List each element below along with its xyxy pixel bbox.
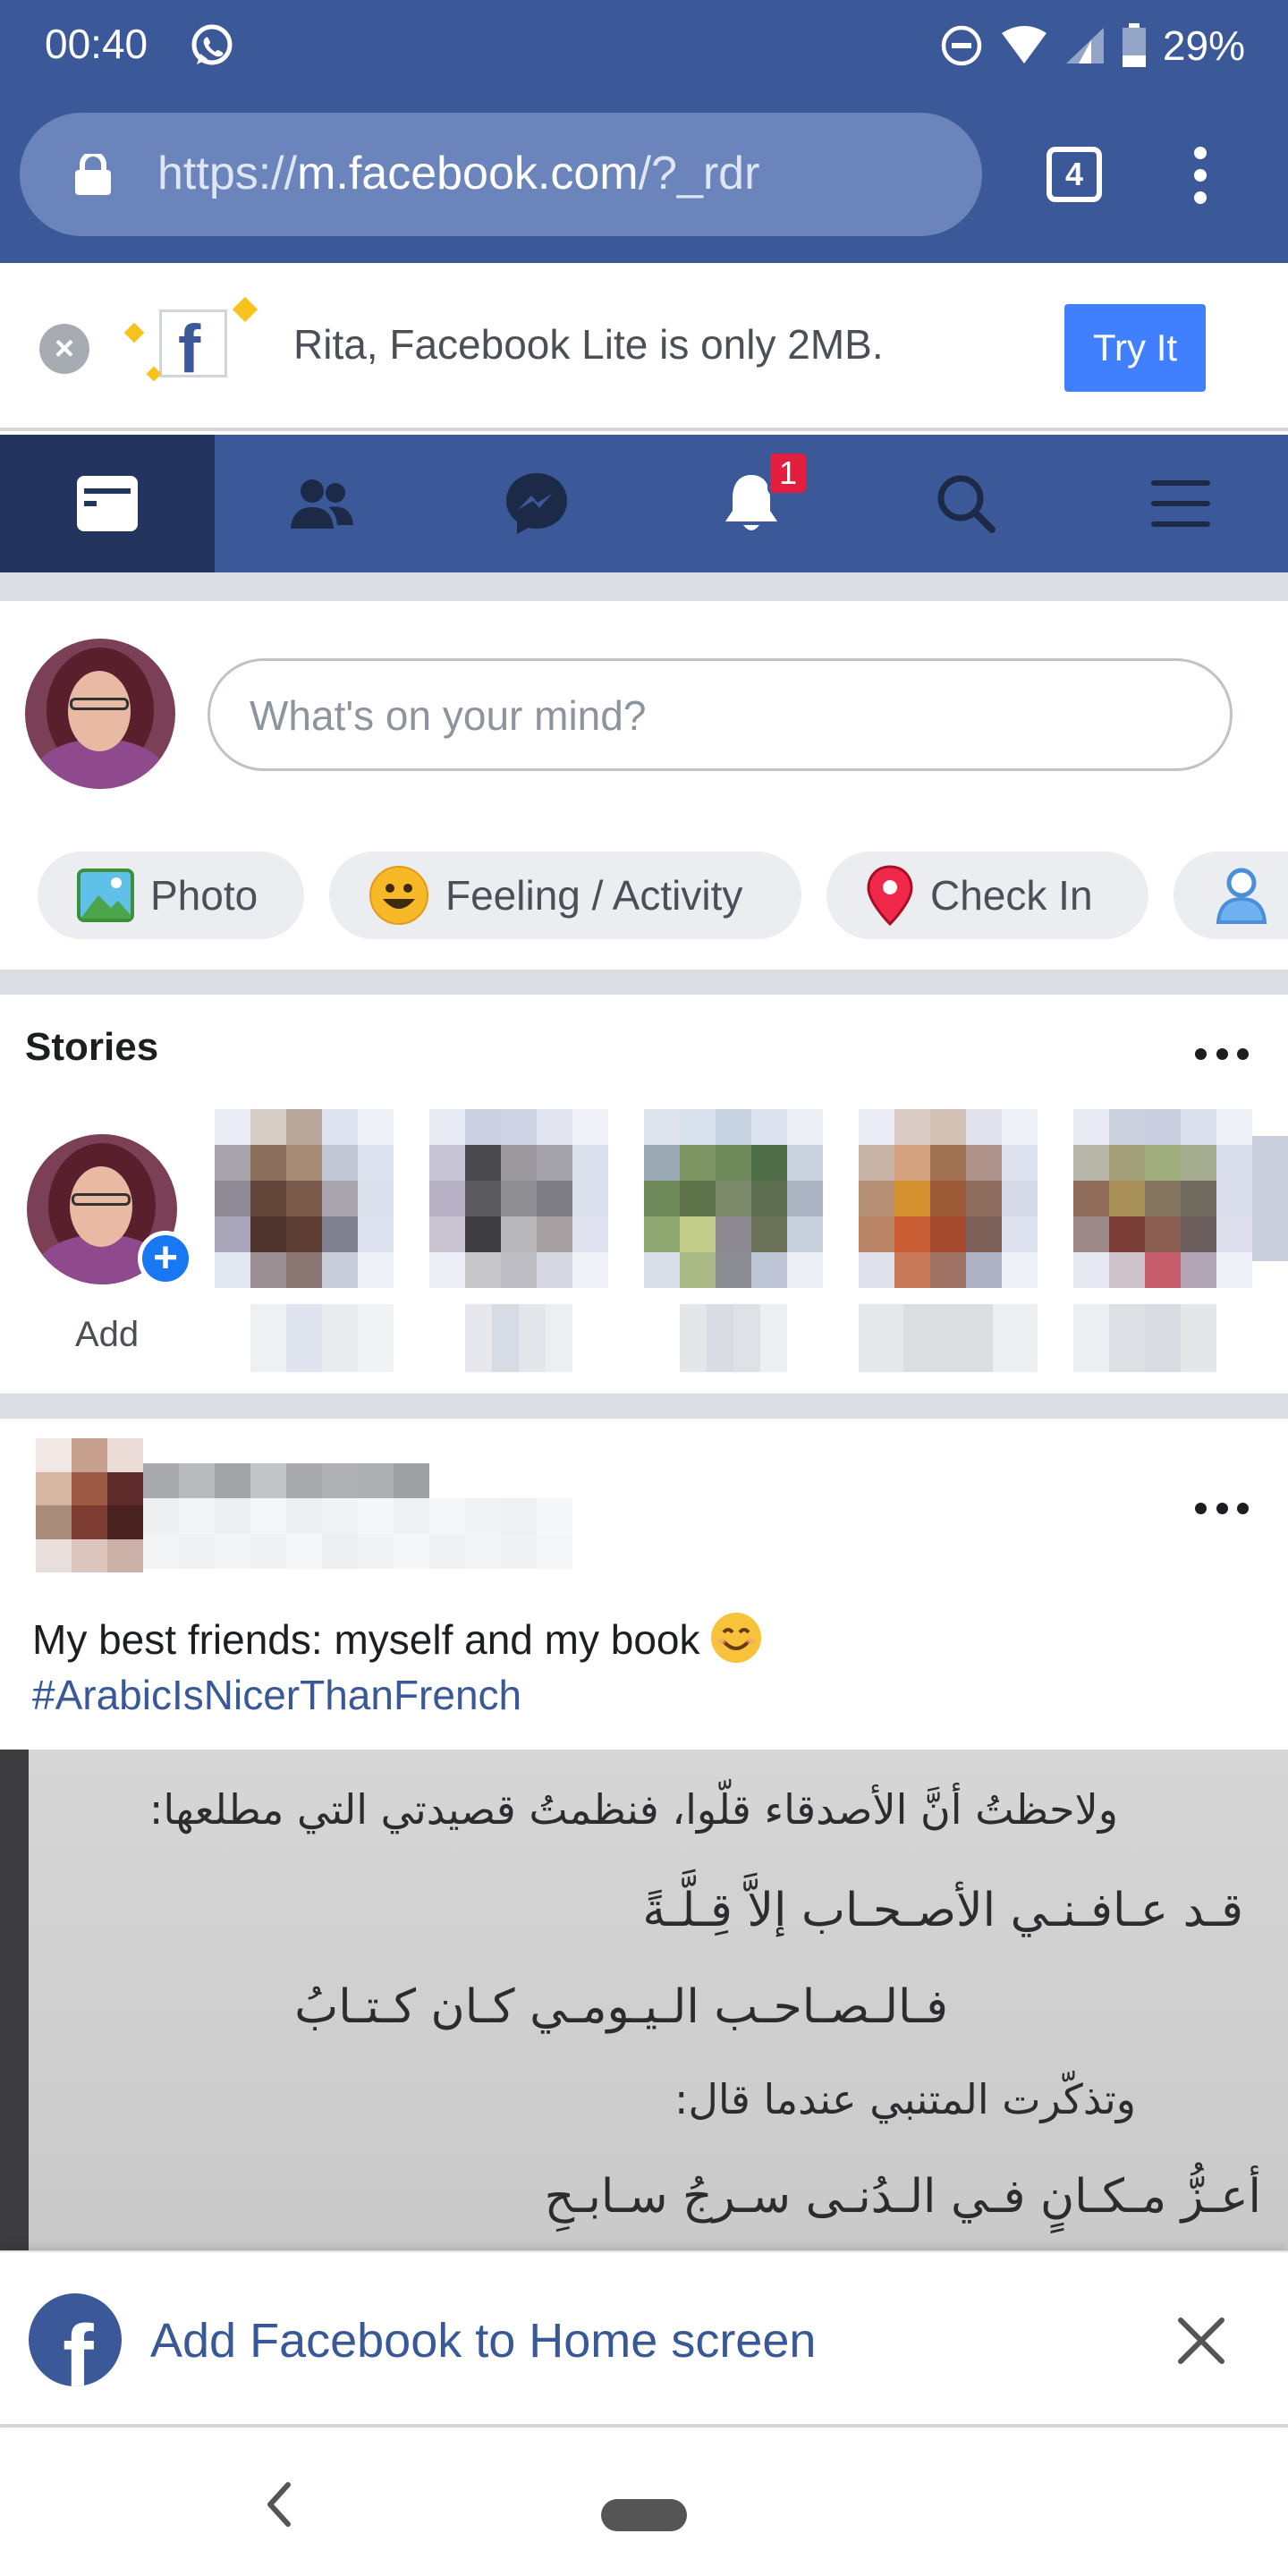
menu-icon xyxy=(1151,480,1210,527)
facebook-lite-logo-icon: f xyxy=(159,309,227,387)
nav-tab-search[interactable] xyxy=(859,435,1073,572)
story-name-blurred xyxy=(465,1304,572,1372)
do-not-disturb-icon xyxy=(941,25,982,66)
photo-button[interactable]: Photo xyxy=(38,852,304,939)
story-thumbnail[interactable] xyxy=(644,1109,823,1288)
story-name-blurred xyxy=(680,1304,787,1372)
stories-section: Stories + Add xyxy=(0,995,1288,1394)
facebook-logo-icon: f xyxy=(29,2293,122,2386)
story-thumbnail[interactable] xyxy=(859,1109,1038,1288)
story-thumbnail-partial[interactable] xyxy=(1252,1136,1288,1261)
location-pin-icon xyxy=(867,865,913,926)
post-body: My best friends: myself and my book #Ara… xyxy=(32,1612,762,1723)
section-divider xyxy=(0,970,1288,995)
section-divider xyxy=(0,572,1288,601)
smiling-face-emoji-icon xyxy=(711,1613,762,1663)
sparkle-icon xyxy=(232,296,258,323)
sparkle-icon xyxy=(123,322,145,343)
nav-tab-friends[interactable] xyxy=(215,435,429,572)
notification-count-badge: 1 xyxy=(767,451,809,496)
news-feed-icon xyxy=(77,476,138,531)
close-icon[interactable] xyxy=(1172,2311,1231,2370)
nav-tab-messenger[interactable] xyxy=(429,435,644,572)
cell-signal-icon xyxy=(1065,28,1104,64)
main-nav: 1 xyxy=(0,435,1288,572)
status-input[interactable]: What's on your mind? xyxy=(208,658,1233,771)
feeling-activity-button[interactable]: Feeling / Activity xyxy=(329,852,801,939)
poem-line: فـالـصـاحـب الـيـومـي كـان كـتـابُ xyxy=(294,1980,948,2034)
browser-chrome: 00:40 29% https://m.facebook.com/?_rdr 4 xyxy=(0,0,1288,263)
story-thumbnail[interactable] xyxy=(1073,1109,1252,1288)
close-icon[interactable]: × xyxy=(39,324,89,374)
nav-tab-news-feed[interactable] xyxy=(0,435,215,572)
home-gesture-pill[interactable] xyxy=(601,2499,687,2531)
post-more-icon[interactable] xyxy=(1195,1503,1249,1517)
poem-line: ولاحظتُ أنَّ الأصدقاء قلّوا، فنظمتُ قصيد… xyxy=(148,1785,1118,1834)
photo-label: Photo xyxy=(150,872,258,919)
story-name-blurred xyxy=(1073,1304,1216,1372)
stories-more-icon[interactable] xyxy=(1195,1048,1249,1063)
poem-line: قـد عـافـنـي الأصـحـاب إلاَّ قِـلَّـةً xyxy=(642,1884,1243,1937)
search-icon xyxy=(937,475,996,533)
photo-icon xyxy=(77,869,134,922)
add-to-home-screen-banner[interactable]: f Add Facebook to Home screen xyxy=(0,2250,1288,2428)
avatar[interactable] xyxy=(25,639,175,789)
lite-promo-text: Rita, Facebook Lite is only 2MB. xyxy=(293,321,884,368)
poem-line: وتذكّرت المتنبي عندما قال: xyxy=(674,2075,1136,2123)
smiley-icon xyxy=(369,866,428,925)
post-author-avatar[interactable] xyxy=(36,1438,143,1572)
wifi-icon xyxy=(1001,26,1046,64)
hashtag-link[interactable]: #ArabicIsNicerThanFrench xyxy=(32,1667,761,1723)
add-to-home-screen-label[interactable]: Add Facebook to Home screen xyxy=(150,2313,816,2368)
try-it-button[interactable]: Try It xyxy=(1064,304,1206,392)
url-scheme: https:// xyxy=(157,148,298,199)
stories-title: Stories xyxy=(25,1025,159,1069)
story-thumbnail[interactable] xyxy=(215,1109,394,1288)
lite-promo-banner: × f Rita, Facebook Lite is only 2MB. Try… xyxy=(0,263,1288,431)
story-thumbnail[interactable] xyxy=(429,1109,608,1288)
friends-icon xyxy=(291,479,353,529)
battery-icon xyxy=(1122,23,1146,67)
url-host: m.facebook.com xyxy=(297,148,639,199)
check-in-button[interactable]: Check In xyxy=(826,852,1148,939)
lite-logo-letter: f xyxy=(178,311,201,387)
status-bar: 00:40 29% xyxy=(0,0,1288,89)
system-navigation-bar xyxy=(0,2431,1288,2576)
composer-actions: Photo Feeling / Activity Check In xyxy=(38,852,1288,941)
status-time: 00:40 xyxy=(45,21,148,67)
check-in-label: Check In xyxy=(930,872,1093,919)
section-divider xyxy=(0,1394,1288,1419)
feed-post: My best friends: myself and my book #Ara… xyxy=(0,1419,1288,2250)
post-photo[interactable]: ولاحظتُ أنَّ الأصدقاء قلّوا، فنظمتُ قصيد… xyxy=(0,1750,1288,2250)
add-story-label: Add xyxy=(75,1315,140,1354)
facebook-logo-letter: f xyxy=(63,2307,94,2386)
tab-switcher-button[interactable]: 4 xyxy=(1046,147,1102,202)
feeling-activity-label: Feeling / Activity xyxy=(445,872,743,919)
composer: What's on your mind? Photo Feeling / Act… xyxy=(0,601,1288,970)
back-icon[interactable] xyxy=(261,2479,297,2529)
tag-friends-button[interactable] xyxy=(1174,852,1288,939)
whatsapp-icon xyxy=(191,24,233,65)
browser-menu-icon[interactable] xyxy=(1182,147,1218,209)
nav-tab-menu[interactable] xyxy=(1073,435,1288,572)
book-spine-shadow xyxy=(0,1750,29,2250)
status-icons: 29% xyxy=(939,21,1245,70)
url-text: https://m.facebook.com/?_rdr xyxy=(157,147,759,200)
messenger-icon xyxy=(506,473,567,534)
post-author-name-blurred[interactable] xyxy=(143,1463,572,1569)
url-path: /?_rdr xyxy=(638,148,760,199)
post-text: My best friends: myself and my book xyxy=(32,1616,700,1663)
battery-percent: 29% xyxy=(1162,22,1245,69)
lock-icon xyxy=(75,154,111,195)
url-bar[interactable]: https://m.facebook.com/?_rdr xyxy=(20,113,982,236)
story-name-blurred xyxy=(250,1304,394,1372)
tag-friends-icon xyxy=(1216,868,1267,924)
poem-line: أعـزُّ مـكـانٍ فـي الـدُنـى سـرجُ سـابـح… xyxy=(544,2170,1261,2224)
add-story-icon[interactable]: + xyxy=(138,1231,193,1286)
story-name-blurred xyxy=(859,1304,1038,1372)
nav-tab-notifications[interactable]: 1 xyxy=(644,435,859,572)
